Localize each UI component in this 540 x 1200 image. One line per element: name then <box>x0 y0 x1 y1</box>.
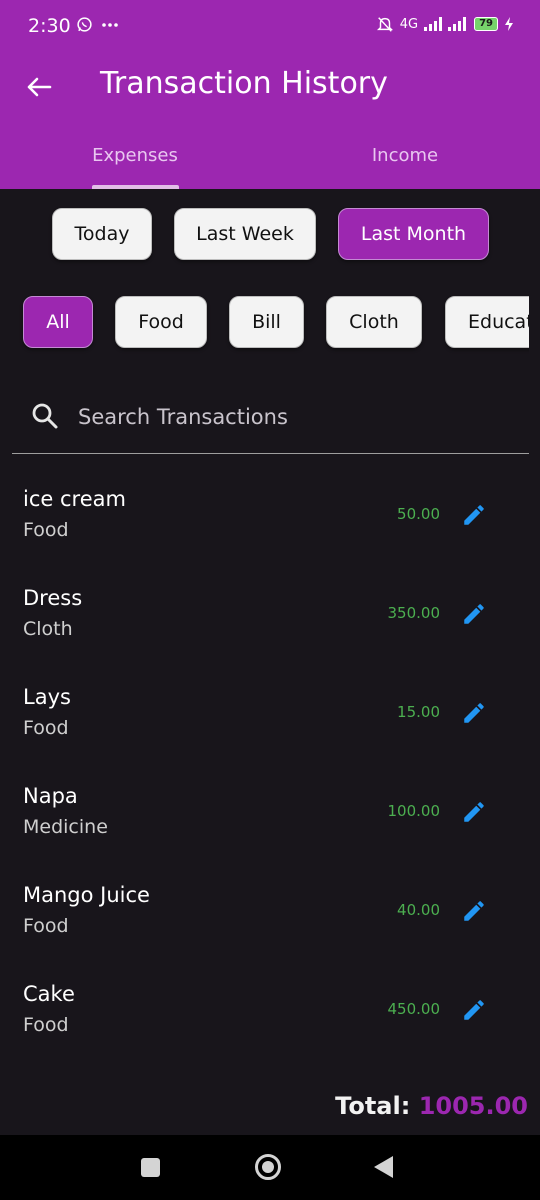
app-header: 2:30 4G 79 Transaction History Expenses … <box>0 0 540 189</box>
search-bar <box>12 384 529 454</box>
transaction-list: ice cream Food 50.00 Dress Cloth 350.00 … <box>0 467 540 1061</box>
pencil-icon <box>464 505 484 525</box>
total-summary: Total: 1005.00 <box>335 1092 528 1120</box>
total-label: Total: <box>335 1092 419 1120</box>
transaction-row[interactable]: ice cream Food 50.00 <box>0 467 540 566</box>
transaction-name: ice cream <box>23 487 126 511</box>
edit-button[interactable] <box>459 896 489 926</box>
transaction-category: Cloth <box>23 618 73 640</box>
category-bill[interactable]: Bill <box>229 296 304 348</box>
category-cloth[interactable]: Cloth <box>326 296 422 348</box>
transaction-name: Lays <box>23 685 71 709</box>
transaction-name: Dress <box>23 586 83 610</box>
edit-button[interactable] <box>459 500 489 530</box>
transaction-row[interactable]: Cake Food 450.00 <box>0 962 540 1061</box>
transaction-category: Food <box>23 519 69 541</box>
status-right-icons: 4G 79 <box>376 15 514 33</box>
status-bar: 2:30 4G 79 <box>0 0 540 56</box>
transaction-row[interactable]: Napa Medicine 100.00 <box>0 764 540 863</box>
transaction-row[interactable]: Lays Food 15.00 <box>0 665 540 764</box>
category-food[interactable]: Food <box>115 296 207 348</box>
transaction-category: Food <box>23 1014 69 1036</box>
battery-indicator: 79 <box>474 17 498 31</box>
category-all[interactable]: All <box>23 296 93 348</box>
recents-square-icon[interactable] <box>141 1158 160 1177</box>
tab-expenses[interactable]: Expenses <box>0 145 270 166</box>
edit-button[interactable] <box>459 599 489 629</box>
edit-button[interactable] <box>459 698 489 728</box>
pencil-icon <box>464 604 484 624</box>
transaction-name: Napa <box>23 784 78 808</box>
network-type: 4G <box>399 16 419 32</box>
pencil-icon <box>464 802 484 822</box>
filter-today[interactable]: Today <box>52 208 152 260</box>
back-button[interactable] <box>22 70 56 104</box>
transaction-amount: 15.00 <box>397 703 440 721</box>
tab-income[interactable]: Income <box>270 145 540 166</box>
filter-last-month[interactable]: Last Month <box>338 208 489 260</box>
edit-button[interactable] <box>459 995 489 1025</box>
home-circle-icon[interactable] <box>255 1154 281 1180</box>
edit-button[interactable] <box>459 797 489 827</box>
page-title: Transaction History <box>100 66 388 101</box>
category-filter-row[interactable]: All Food Bill Cloth Education <box>0 290 529 360</box>
charging-bolt-icon <box>505 17 513 31</box>
pencil-icon <box>464 703 484 723</box>
transaction-name: Mango Juice <box>23 883 150 907</box>
transaction-amount: 350.00 <box>387 604 441 622</box>
transaction-name: Cake <box>23 982 75 1006</box>
system-navigation-bar <box>0 1135 540 1200</box>
arrow-left-icon <box>27 77 52 97</box>
bell-muted-icon <box>376 17 393 32</box>
status-time: 2:30 <box>28 15 71 37</box>
pencil-icon <box>464 901 484 921</box>
transaction-row[interactable]: Mango Juice Food 40.00 <box>0 863 540 962</box>
transaction-amount: 40.00 <box>397 901 440 919</box>
signal-icon <box>424 17 467 31</box>
whatsapp-icon <box>77 17 92 32</box>
transaction-category: Food <box>23 717 69 739</box>
back-triangle-icon[interactable] <box>374 1156 393 1178</box>
search-input[interactable] <box>78 402 498 432</box>
transaction-category: Medicine <box>23 816 108 838</box>
pencil-icon <box>464 1000 484 1020</box>
app-root: 2:30 4G 79 Transaction History Expenses … <box>0 0 540 1200</box>
filter-last-week[interactable]: Last Week <box>174 208 316 260</box>
total-value: 1005.00 <box>418 1092 528 1120</box>
tab-indicator <box>92 185 179 189</box>
status-left-icons <box>76 16 119 33</box>
category-education[interactable]: Education <box>445 296 529 348</box>
transaction-category: Food <box>23 915 69 937</box>
more-dots-icon <box>102 22 118 27</box>
transaction-amount: 450.00 <box>387 1000 441 1018</box>
search-icon <box>32 403 58 429</box>
transaction-amount: 50.00 <box>397 505 440 523</box>
transaction-row[interactable]: Dress Cloth 350.00 <box>0 566 540 665</box>
transaction-amount: 100.00 <box>387 802 441 820</box>
